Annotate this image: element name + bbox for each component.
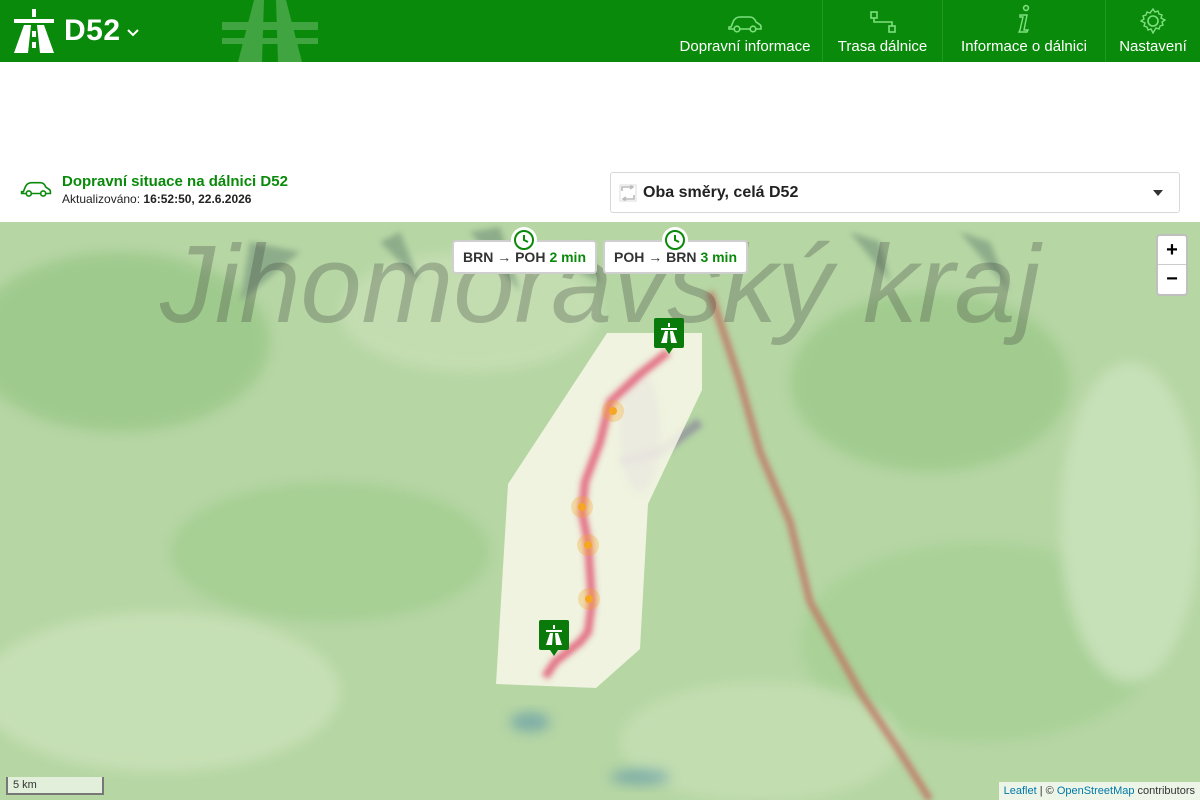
updated-value: 16:52:50, 22.6.2026 [143,192,252,206]
travel-route: POH → BRN [613,249,697,265]
region-label: Jihomoravský kraj [159,223,1043,346]
clock-icon [662,227,688,253]
car-icon [728,16,762,33]
highway-endpoint-marker[interactable] [654,318,684,354]
status-title: Dopravní situace na dálnici D52 [62,173,288,190]
nav-label: Nastavení [1119,38,1187,55]
direction-select[interactable]: Oba směry, celá D52 [610,172,1180,213]
gear-icon [1140,8,1166,34]
travel-route: BRN → POH [462,249,546,265]
map[interactable]: Jihomoravský kraj BRN → POH 2 min POH → … [0,222,1200,800]
nav-label: Informace o dálnici [961,38,1087,55]
travel-minutes: 3 min [700,249,738,265]
map-attribution: Leaflet | © OpenStreetMap contributors [998,782,1200,800]
attribution-separator: | © [1036,785,1057,797]
last-updated: Aktualizováno: 16:52:50, 22.6.2026 [62,192,251,206]
nav-traffic-info[interactable]: Dopravní informace [668,0,822,62]
info-icon [1017,4,1030,33]
map-tiles: Jihomoravský kraj [0,222,1200,800]
osm-link[interactable]: OpenStreetMap [1057,785,1135,797]
car-icon [20,181,52,197]
updated-label: Aktualizováno: [62,192,141,206]
traffic-status-bar: Dopravní situace na dálnici D52 Aktualiz… [0,168,1200,222]
highway-endpoint-marker[interactable] [539,620,569,656]
highway-icon [14,9,54,53]
zoom-control: + − [1156,234,1188,296]
top-bar: D52 Dopravní informace Trasa dálnice Inf… [0,0,1200,62]
highway-watermark-icon [222,0,318,62]
travel-minutes: 2 min [549,249,587,265]
map-scale: 5 km [6,777,104,795]
leaflet-link[interactable]: Leaflet [1004,785,1037,797]
route-icon [869,11,896,33]
nav-route[interactable]: Trasa dálnice [822,0,942,62]
direction-select-value: Oba směry, celá D52 [643,183,799,201]
nav-highway-info[interactable]: Informace o dálnici [942,0,1105,62]
caret-down-icon [1153,190,1163,196]
swap-directions-icon [619,183,637,202]
zoom-in-button[interactable]: + [1158,236,1186,265]
highway-selector[interactable]: D52 [14,8,139,54]
nav-settings[interactable]: Nastavení [1105,0,1200,62]
nav-label: Trasa dálnice [837,38,928,55]
highway-title: D52 [64,14,121,47]
attribution-suffix: contributors [1134,785,1195,797]
chevron-down-icon [126,29,139,37]
nav-label: Dopravní informace [679,38,811,55]
clock-icon [511,227,537,253]
main-nav: Dopravní informace Trasa dálnice Informa… [668,0,1200,62]
zoom-out-button[interactable]: − [1158,265,1186,294]
